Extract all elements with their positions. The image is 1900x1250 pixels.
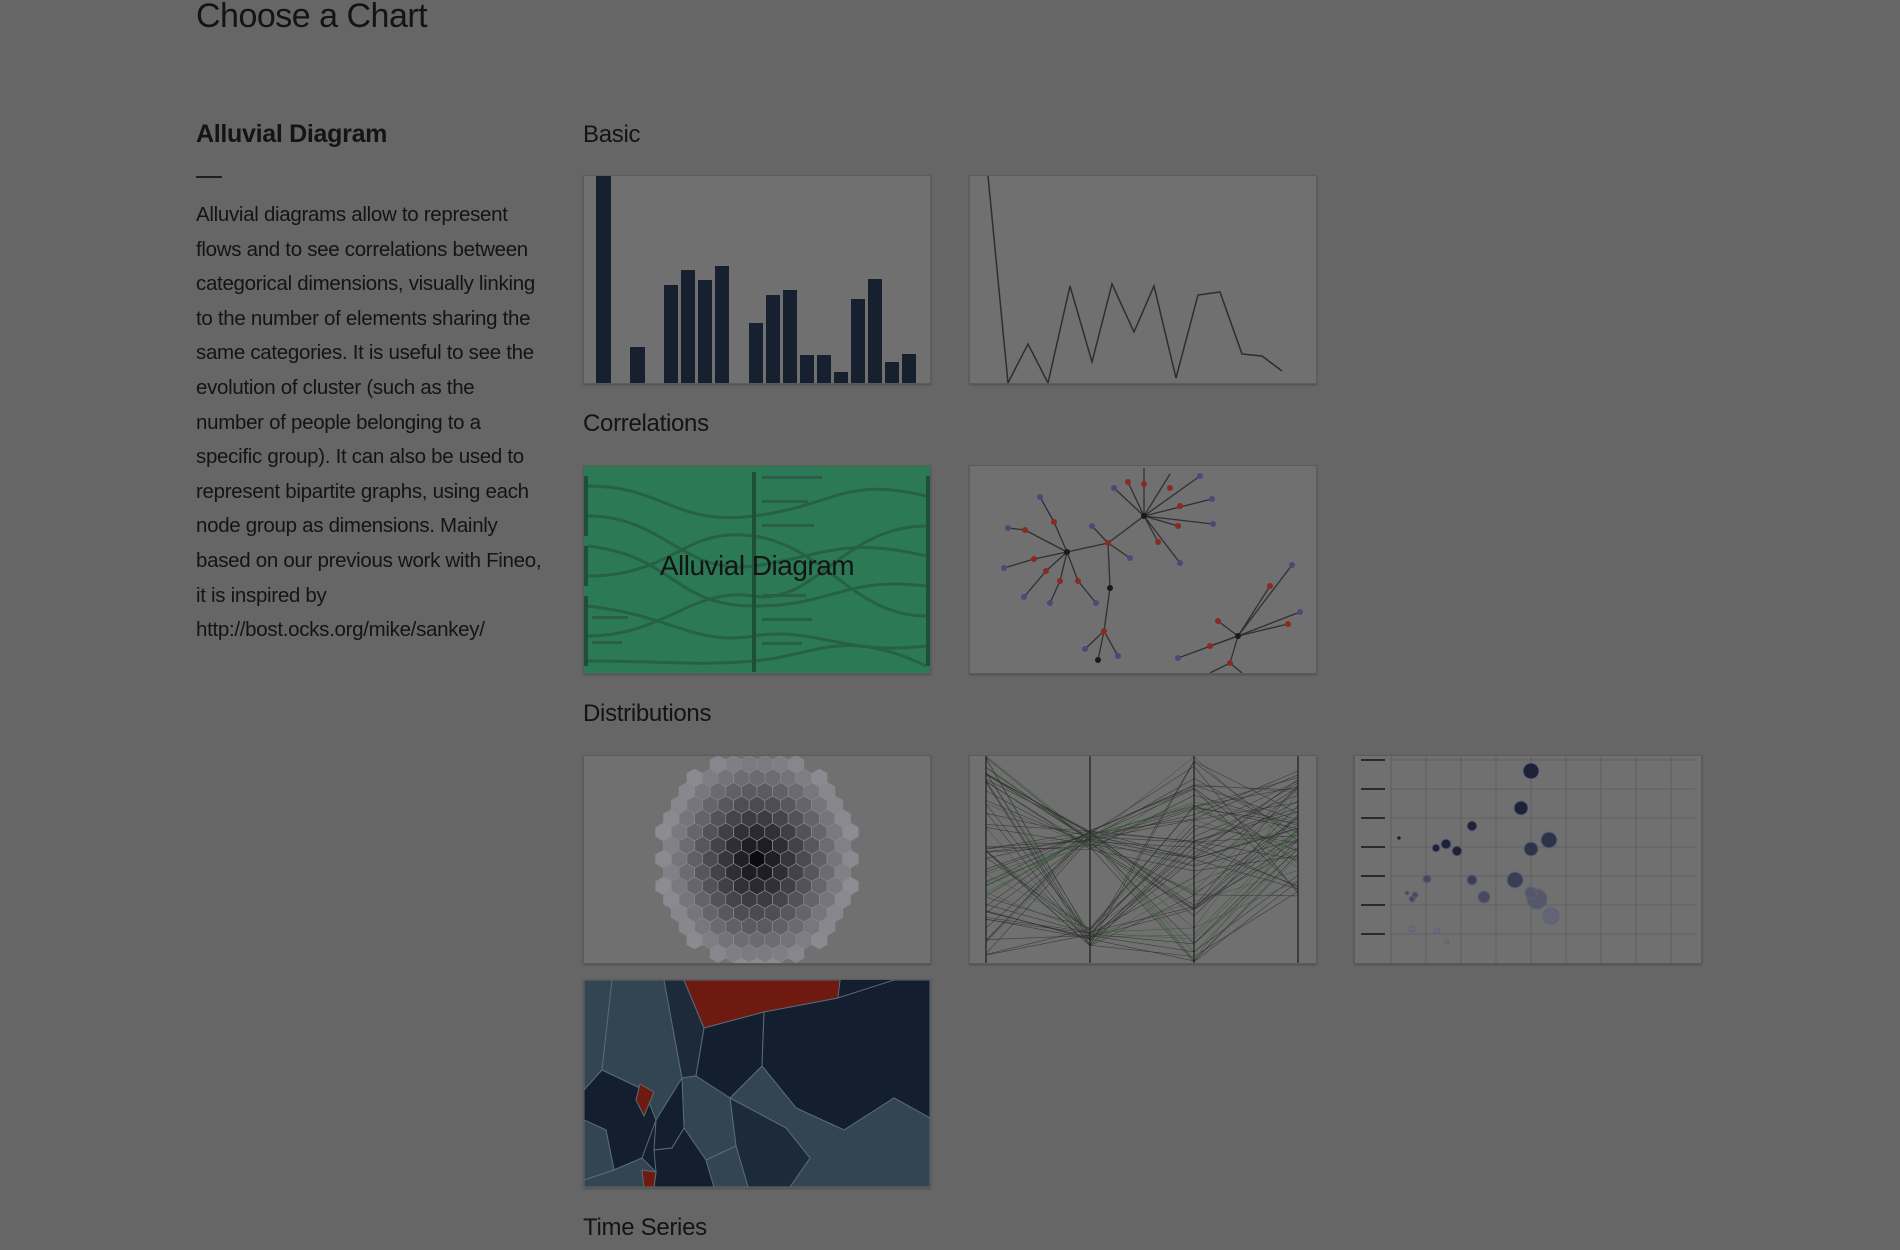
hexbin-icon (655, 756, 859, 963)
hexbin-thumbnail[interactable] (583, 755, 931, 964)
bubble-chart-icon (1361, 756, 1695, 963)
voronoi-icon (584, 980, 930, 1187)
alluvial-thumbnail[interactable]: Alluvial Diagram (583, 465, 931, 674)
bar-chart-icon (596, 176, 916, 383)
divider (196, 176, 222, 178)
parallel-line (985, 757, 1299, 848)
section-title-correlations: Correlations (583, 410, 709, 437)
section-title-distributions: Distributions (583, 700, 712, 727)
alluvial-thumbnail-label: Alluvial Diagram (659, 550, 855, 581)
line-chart-thumbnail[interactable] (969, 175, 1317, 384)
bubble-chart-thumbnail[interactable] (1354, 755, 1702, 964)
section-title-basic: Basic (583, 121, 641, 148)
network-thumbnail[interactable] (969, 465, 1317, 674)
parallel-line (985, 816, 1299, 917)
page-title: Choose a Chart (196, 0, 428, 35)
voronoi-thumbnail[interactable] (583, 979, 931, 1188)
section-title-time-series: Time Series (583, 1214, 707, 1241)
selected-chart-name: Alluvial Diagram (196, 120, 388, 148)
selected-chart-description: Alluvial diagrams allow to represent flo… (196, 203, 542, 642)
parallel-coordinates-icon (985, 756, 1299, 963)
chart-info-panel: Alluvial Diagram Alluvial diagrams allow… (196, 118, 546, 648)
network-graph-icon (1001, 468, 1303, 673)
parallel-line (985, 777, 1299, 941)
bar-chart-thumbnail[interactable] (583, 175, 931, 384)
parallel-line (985, 853, 1299, 962)
parallel-line (985, 760, 1299, 940)
parallel-coordinates-thumbnail[interactable] (969, 755, 1317, 964)
line-chart-icon (987, 176, 1283, 383)
